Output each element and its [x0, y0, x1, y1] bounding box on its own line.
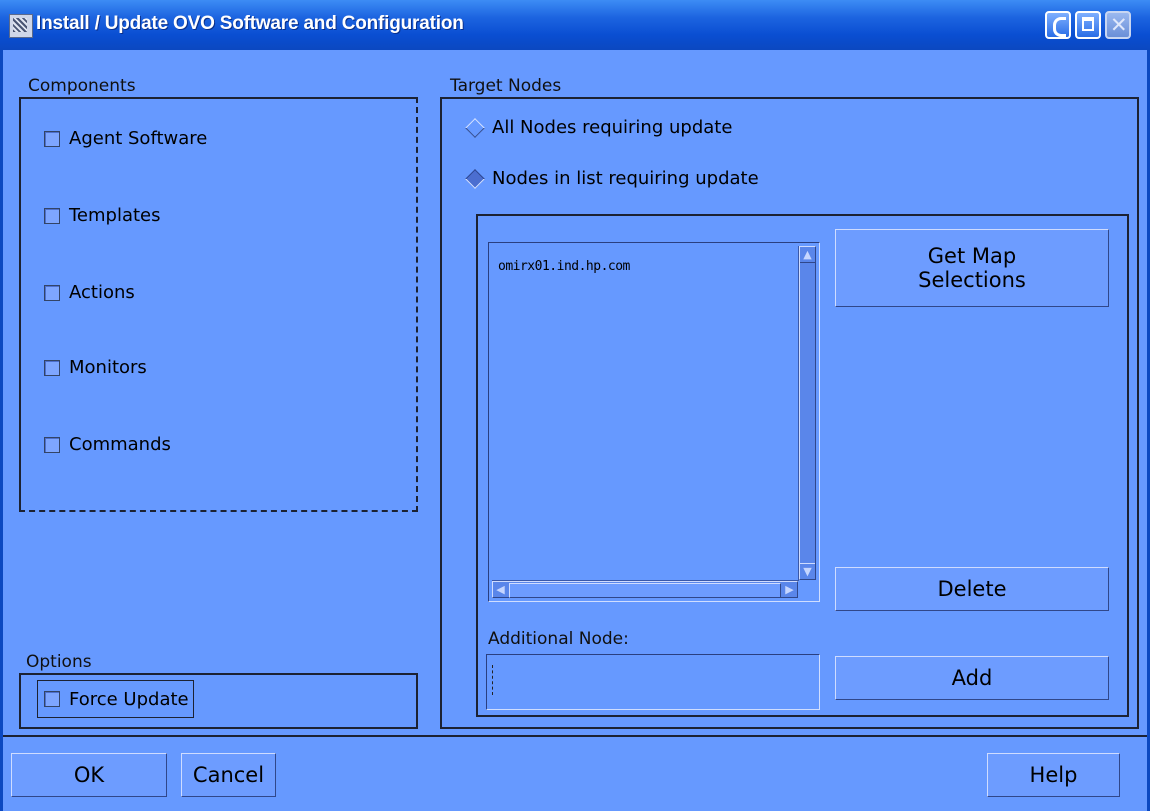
maximize-button[interactable]: [1075, 11, 1101, 39]
radio-label: All Nodes requiring update: [492, 117, 733, 138]
button-label: Cancel: [192, 763, 265, 787]
radio-nodes-in-list[interactable]: Nodes in list requiring update: [464, 168, 759, 189]
checkbox-label: Actions: [69, 282, 135, 303]
checkbox-icon[interactable]: [44, 130, 60, 147]
title-bar[interactable]: Install / Update OVO Software and Config…: [0, 0, 1150, 50]
checkbox-label: Templates: [69, 205, 161, 226]
scroll-left-icon[interactable]: ◀: [493, 582, 508, 597]
node-list-content[interactable]: omirx01.ind.hp.com: [492, 246, 799, 581]
minimize-icon: [1053, 17, 1066, 37]
scroll-right-icon[interactable]: ▶: [782, 582, 797, 597]
checkbox-icon[interactable]: [44, 207, 60, 224]
checkbox-force-update[interactable]: Force Update: [37, 680, 194, 718]
checkbox-agent-software[interactable]: Agent Software: [44, 128, 207, 149]
checkbox-icon[interactable]: [44, 691, 60, 707]
button-label: Help: [1029, 763, 1078, 787]
vertical-scrollbar[interactable]: ▲ ▼: [799, 246, 816, 580]
checkbox-templates[interactable]: Templates: [44, 205, 161, 226]
scroll-up-icon[interactable]: ▲: [800, 247, 815, 263]
checkbox-label: Commands: [69, 434, 171, 455]
checkbox-icon[interactable]: [44, 436, 60, 453]
button-label: OK: [73, 763, 105, 787]
delete-button[interactable]: Delete: [835, 567, 1109, 611]
target-nodes-label: Target Nodes: [450, 76, 562, 96]
close-button[interactable]: ✕: [1105, 11, 1131, 39]
radio-all-nodes[interactable]: All Nodes requiring update: [464, 117, 732, 138]
radio-label: Nodes in list requiring update: [492, 168, 759, 189]
checkbox-label: Agent Software: [69, 128, 208, 149]
minimize-button[interactable]: [1045, 11, 1071, 39]
list-item[interactable]: omirx01.ind.hp.com: [498, 259, 630, 274]
dialog-window: Install / Update OVO Software and Config…: [0, 0, 1150, 811]
scroll-thumb[interactable]: [509, 583, 781, 598]
checkbox-actions[interactable]: Actions: [44, 282, 135, 303]
additional-node-label: Additional Node:: [488, 629, 629, 649]
horizontal-scrollbar[interactable]: ◀ ▶: [492, 581, 798, 598]
maximize-icon: [1082, 17, 1094, 31]
ok-button[interactable]: OK: [11, 753, 167, 797]
get-map-selections-button[interactable]: Get Map Selections: [835, 229, 1109, 307]
node-list[interactable]: omirx01.ind.hp.com ▲ ▼ ◀ ▶: [488, 242, 820, 602]
button-label-line2: Selections: [918, 268, 1026, 292]
checkbox-icon[interactable]: [44, 359, 60, 376]
additional-node-input[interactable]: [486, 654, 820, 710]
window-frame-left: [0, 50, 3, 811]
scroll-down-icon[interactable]: ▼: [800, 563, 815, 579]
help-button[interactable]: Help: [987, 753, 1120, 797]
radio-diamond-icon[interactable]: [465, 168, 485, 189]
button-label: Delete: [937, 577, 1007, 601]
checkbox-label: Monitors: [69, 357, 147, 378]
radio-diamond-icon[interactable]: [465, 117, 485, 138]
footer-separator: [3, 735, 1147, 737]
close-icon: ✕: [1110, 13, 1128, 37]
options-label: Options: [26, 652, 92, 672]
cancel-button[interactable]: Cancel: [181, 753, 276, 797]
app-icon[interactable]: [9, 14, 33, 38]
text-cursor-icon: [492, 665, 496, 695]
components-label: Components: [28, 76, 136, 96]
button-label-line1: Get Map: [927, 244, 1017, 268]
add-button[interactable]: Add: [835, 656, 1109, 700]
button-label: Add: [951, 666, 993, 690]
window-title: Install / Update OVO Software and Config…: [36, 13, 464, 34]
checkbox-icon[interactable]: [44, 284, 60, 301]
checkbox-monitors[interactable]: Monitors: [44, 357, 147, 378]
checkbox-commands[interactable]: Commands: [44, 434, 171, 455]
checkbox-label: Force Update: [69, 688, 189, 710]
